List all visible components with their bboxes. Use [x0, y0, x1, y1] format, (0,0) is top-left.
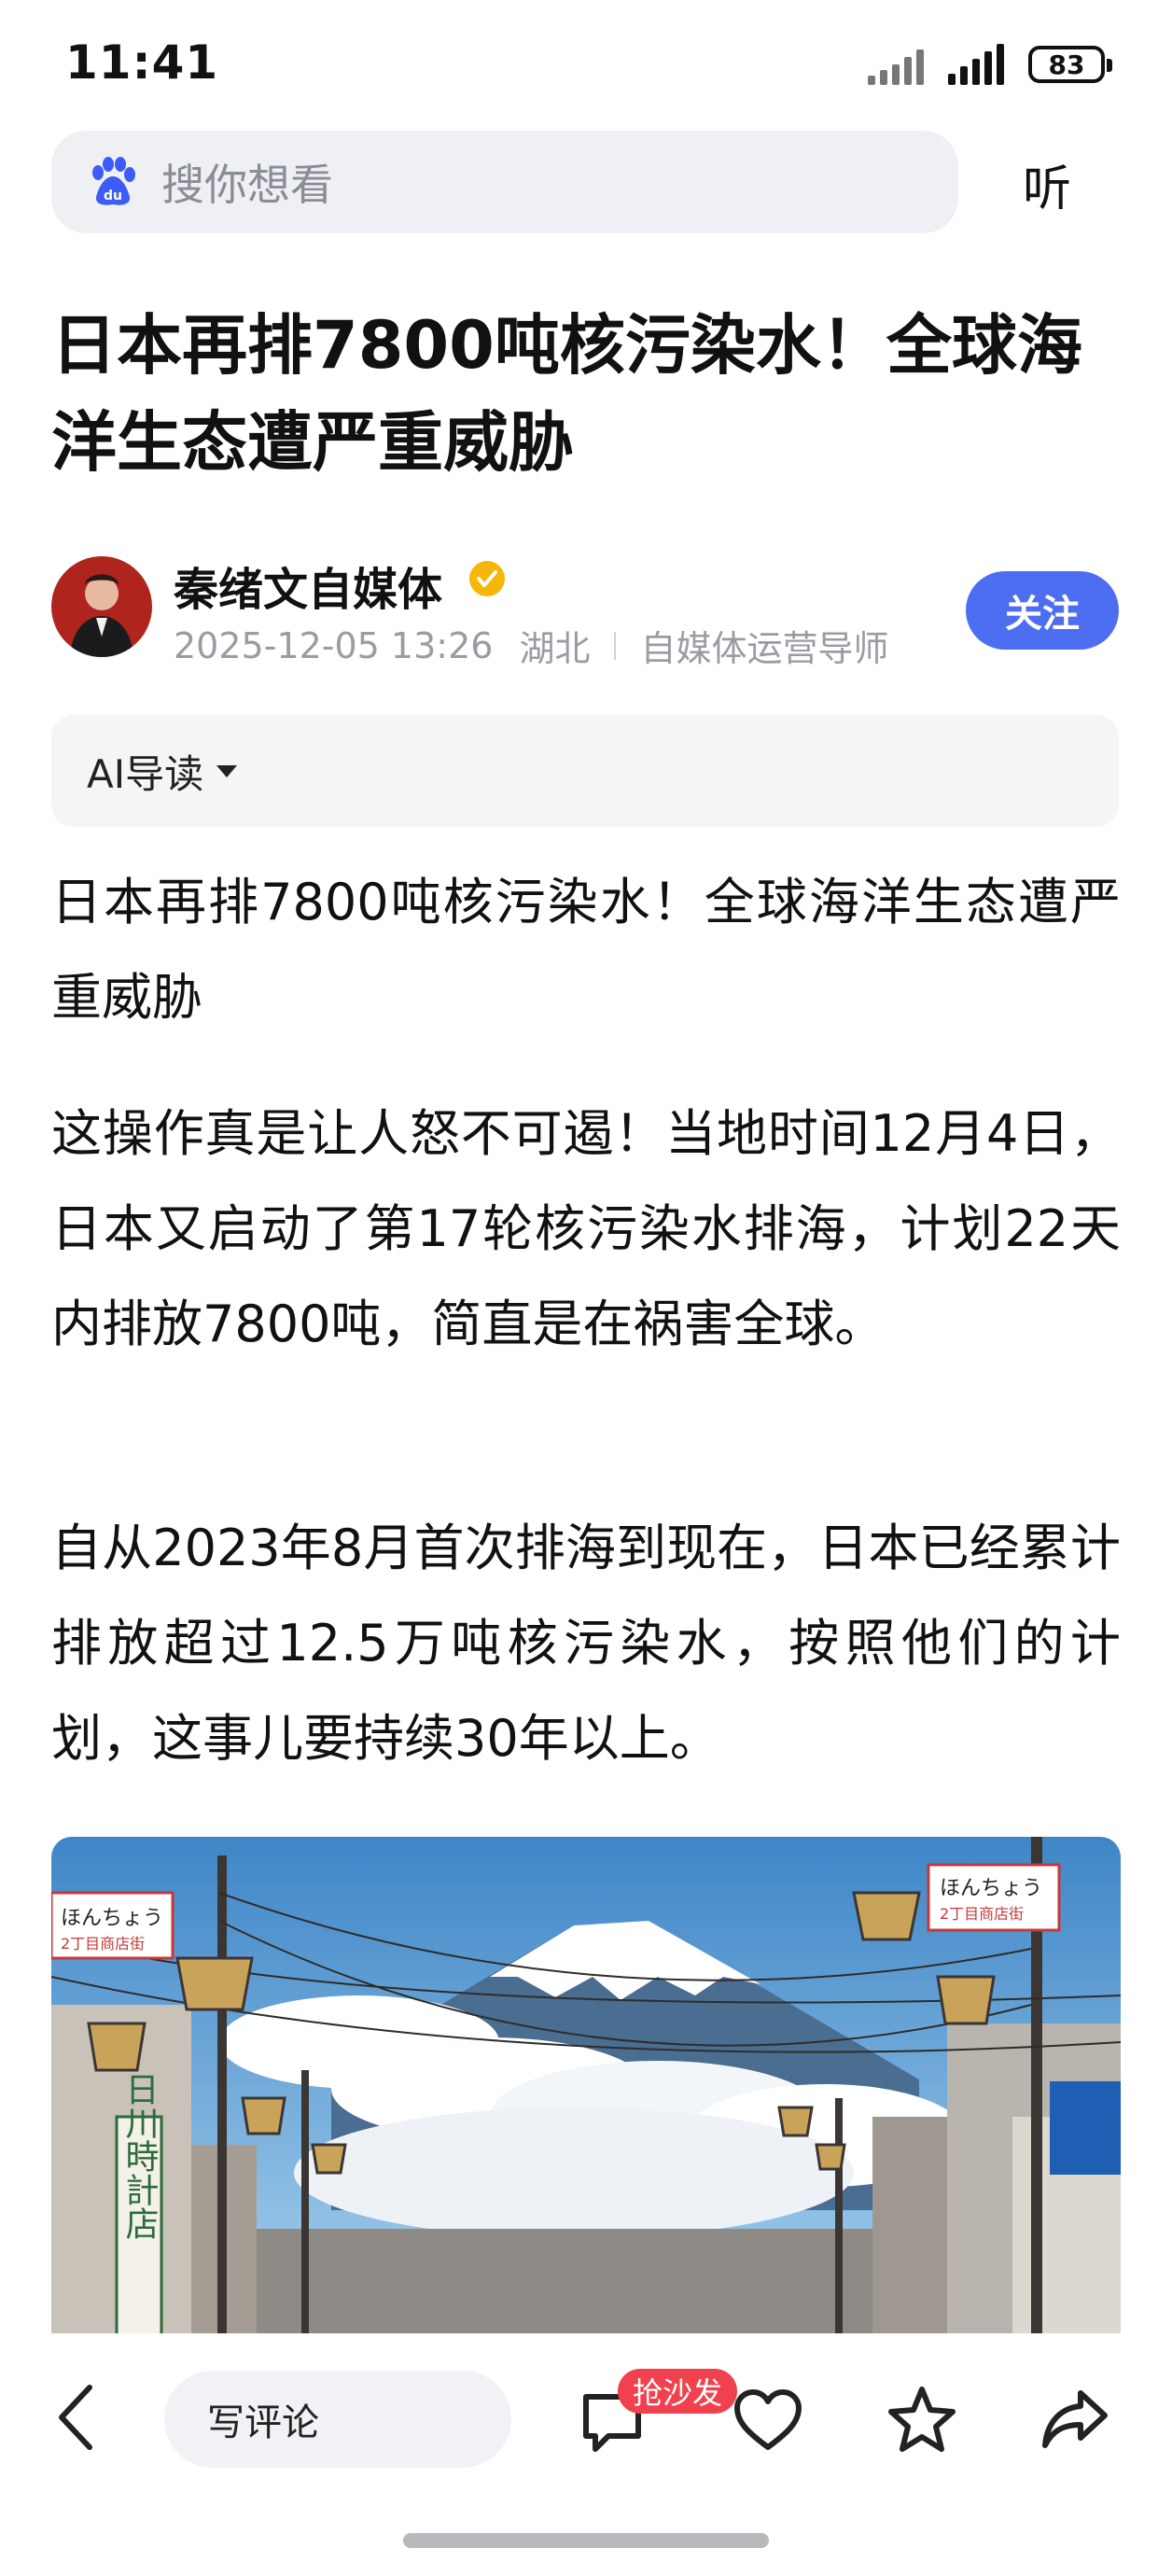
avatar[interactable]: [51, 556, 152, 657]
back-icon[interactable]: [52, 2382, 97, 2453]
verified-icon: [469, 561, 505, 596]
image-sign-left-sub: 2丁目商店街: [61, 1935, 145, 1953]
follow-button[interactable]: 关注: [966, 571, 1119, 650]
heart-icon[interactable]: [732, 2387, 804, 2453]
ai-guide-label: AI导读: [87, 750, 204, 797]
publish-date: 2025-12-05 13:26: [174, 624, 494, 666]
battery-icon: 83: [1028, 46, 1112, 83]
article-paragraph: 这操作真是让人怒不可遏！当地时间12月4日，日本又启动了第17轮核污染水排海，计…: [51, 1104, 1121, 1353]
article-image[interactable]: ほんちょう 2丁目商店街 ほんちょう 2丁目商店街 日川時計店: [51, 1837, 1121, 2341]
signal-icon-sim1: [868, 44, 924, 85]
image-sign-right: ほんちょう: [940, 1877, 1042, 1900]
svg-text:du: du: [104, 189, 122, 203]
baidu-paw-icon: du: [92, 157, 135, 205]
image-sign-right-sub: 2丁目商店街: [940, 1905, 1024, 1923]
author-role: 自媒体运营导师: [640, 628, 889, 669]
search-bar[interactable]: du 搜你想看: [51, 131, 958, 233]
status-icons: 83: [868, 41, 1112, 88]
author-meta: 2025-12-05 13:26 湖北 自媒体运营导师: [174, 620, 888, 671]
star-icon[interactable]: [886, 2384, 957, 2455]
sofa-badge: 抢沙发: [618, 2369, 738, 2414]
publish-location: 湖北: [519, 628, 591, 669]
signal-icon-sim2: [948, 44, 1004, 85]
status-time: 11:41: [65, 35, 219, 90]
author-name[interactable]: 秦绪文自媒体: [174, 553, 442, 618]
ai-guide-toggle[interactable]: AI导读: [51, 715, 1119, 827]
battery-level: 83: [1048, 49, 1085, 80]
comment-input[interactable]: 写评论: [164, 2371, 511, 2468]
bottom-toolbar: 写评论 抢沙发: [0, 2333, 1172, 2576]
search-input[interactable]: 搜你想看: [161, 151, 333, 213]
caret-down-icon: [216, 764, 238, 777]
home-indicator[interactable]: [403, 2533, 769, 2548]
article-paragraph: 日本再排7800吨核污染水！全球海洋生态遭严重威胁: [51, 873, 1121, 1027]
article-title: 日本再排7800吨核污染水！全球海洋生态遭严重威胁: [51, 307, 1082, 481]
image-vertical-sign: 日川時計店: [120, 2072, 159, 2240]
share-icon[interactable]: [1039, 2386, 1110, 2453]
meta-divider: [614, 631, 617, 660]
listen-button[interactable]: 听: [1023, 149, 1071, 219]
image-sign-left: ほんちょう: [61, 1907, 163, 1930]
status-bar: 11:41 83: [0, 0, 1172, 121]
article-paragraph: 自从2023年8月首次排海到现在，日本已经累计排放超过12.5万吨核污染水，按照…: [51, 1519, 1121, 1768]
